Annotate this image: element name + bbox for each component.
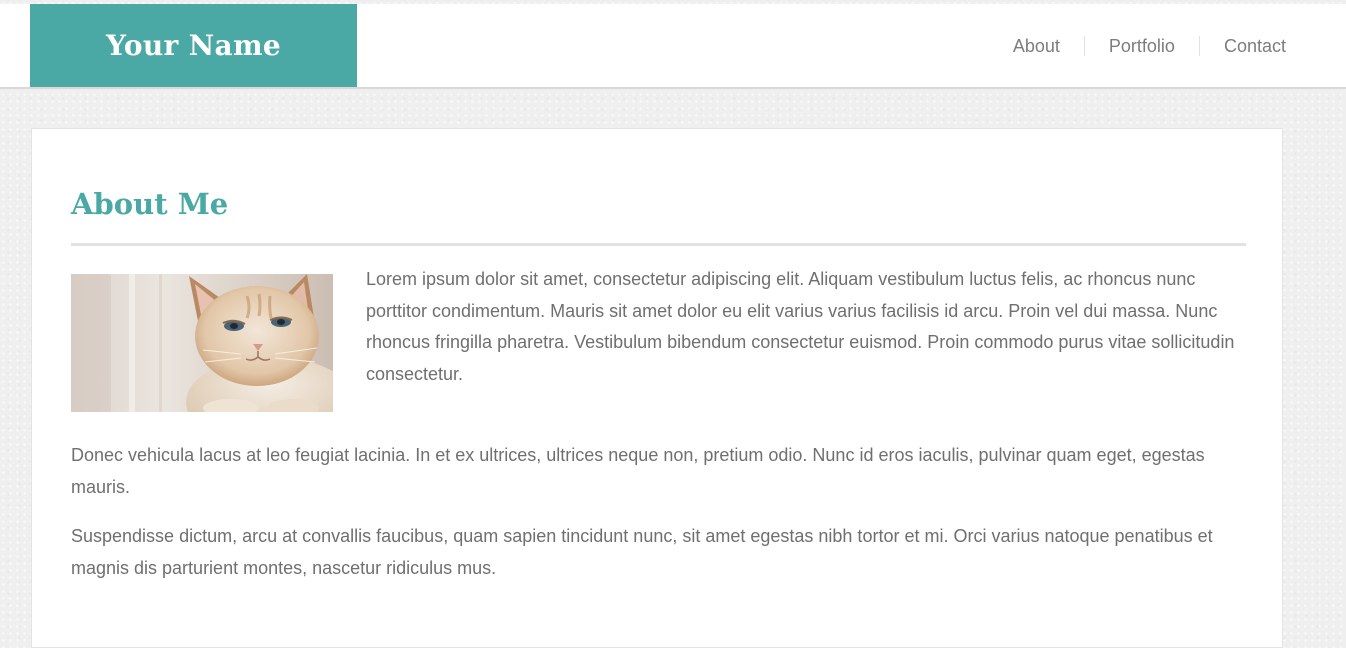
content-card: About Me Lorem ipsum dolor sit amet, con… (31, 128, 1283, 648)
nav-contact-link[interactable]: Contact (1198, 35, 1286, 56)
site-header: Your Name About Portfolio Contact (0, 4, 1346, 89)
intro-paragraph: Lorem ipsum dolor sit amet, consectetur … (366, 269, 1235, 384)
page-title: About Me (71, 187, 229, 221)
main-nav: About Portfolio Contact (989, 4, 1286, 87)
cat-photo (71, 274, 333, 412)
body-paragraph: Suspendisse dictum, arcu at convallis fa… (71, 526, 1213, 578)
body-paragraph: Donec vehicula lacus at leo feugiat laci… (71, 445, 1205, 497)
site-logo[interactable]: Your Name (30, 4, 357, 87)
nav-about-link[interactable]: About (989, 36, 1084, 56)
title-divider (71, 243, 1246, 246)
nav-portfolio-link[interactable]: Portfolio (1083, 35, 1199, 56)
